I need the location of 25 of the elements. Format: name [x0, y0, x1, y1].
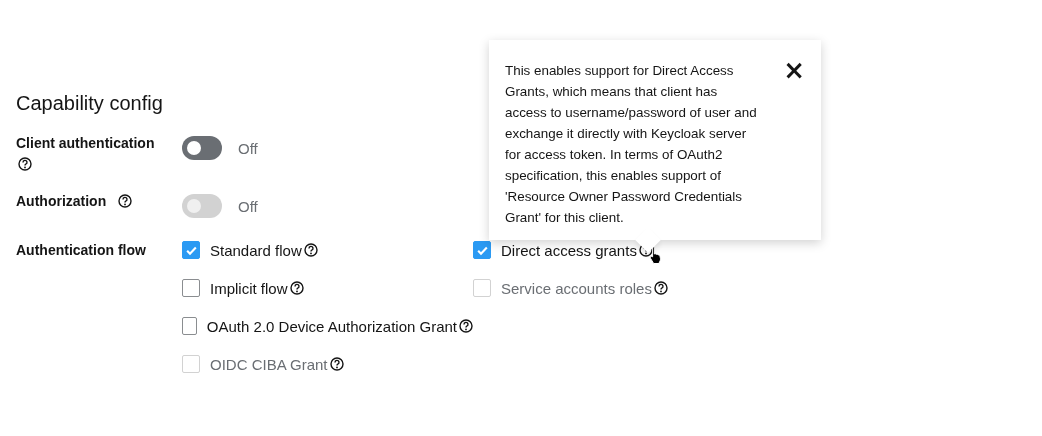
- toggle-label: Off: [238, 139, 258, 157]
- section-title: Capability config: [16, 92, 163, 115]
- help-icon[interactable]: [118, 194, 133, 208]
- toggle-label: Off: [238, 197, 258, 215]
- field-label: Client authentication: [16, 135, 155, 151]
- help-icon[interactable]: [18, 157, 32, 171]
- field-label: Authentication flow: [16, 242, 146, 258]
- help-icon[interactable]: [303, 243, 318, 257]
- checkbox[interactable]: [182, 317, 197, 335]
- pointer-cursor-icon: [649, 245, 663, 265]
- checkbox-label[interactable]: Standard flow: [210, 241, 302, 259]
- help-icon[interactable]: [289, 281, 304, 295]
- toggle-switch[interactable]: [182, 136, 222, 160]
- close-button[interactable]: ×: [783, 60, 805, 80]
- checkbox-label[interactable]: Implicit flow: [210, 279, 288, 297]
- popover-text: This enables support for Direct Access Grants, which means that client has access to username/password of user and exchange it directly with Keycloak server for access token. In terms of OAuth2 specification, this enables support of 'Resource Owner Password Credentials Grant' for this client.: [505, 62, 757, 227]
- field-label: Authorization: [16, 193, 107, 209]
- checkbox-label[interactable]: OAuth 2.0 Device Authorization Grant: [206, 317, 457, 335]
- help-icon[interactable]: [459, 319, 473, 333]
- checkbox-label[interactable]: Direct access grants: [501, 241, 637, 259]
- checkbox[interactable]: [182, 279, 200, 297]
- help-icon[interactable]: [329, 357, 344, 371]
- checkbox[interactable]: [182, 241, 200, 259]
- help-icon[interactable]: [653, 281, 668, 295]
- checkbox[interactable]: [473, 241, 491, 259]
